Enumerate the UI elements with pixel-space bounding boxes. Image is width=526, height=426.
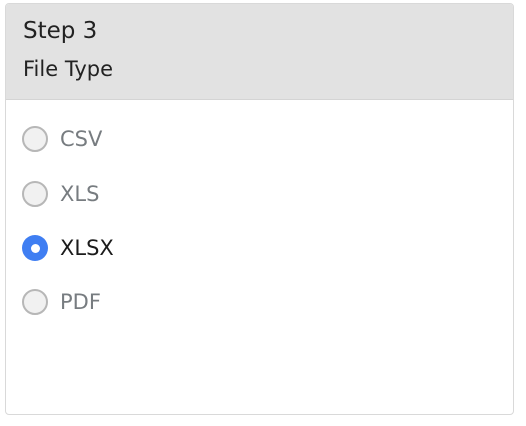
step-label: Step 3 [23, 18, 98, 44]
card-header: Step 3 File Type [6, 4, 513, 100]
radio-label-xlsx[interactable]: XLSX [60, 235, 114, 261]
radio-button-xlsx[interactable] [22, 235, 48, 261]
radio-option-csv[interactable]: CSV [22, 124, 102, 154]
radio-button-xls[interactable] [22, 181, 48, 207]
radio-button-csv[interactable] [22, 126, 48, 152]
radio-dot-icon [30, 243, 40, 253]
radio-option-xls[interactable]: XLS [22, 179, 99, 209]
radio-label-pdf[interactable]: PDF [60, 289, 101, 315]
radio-label-xls[interactable]: XLS [60, 181, 99, 207]
file-type-card: Step 3 File Type CSV XLS XLSX PDF [5, 3, 514, 415]
radio-label-csv[interactable]: CSV [60, 126, 102, 152]
radio-option-xlsx[interactable]: XLSX [22, 233, 114, 263]
radio-button-pdf[interactable] [22, 289, 48, 315]
section-title: File Type [23, 57, 114, 81]
radio-option-pdf[interactable]: PDF [22, 287, 101, 317]
